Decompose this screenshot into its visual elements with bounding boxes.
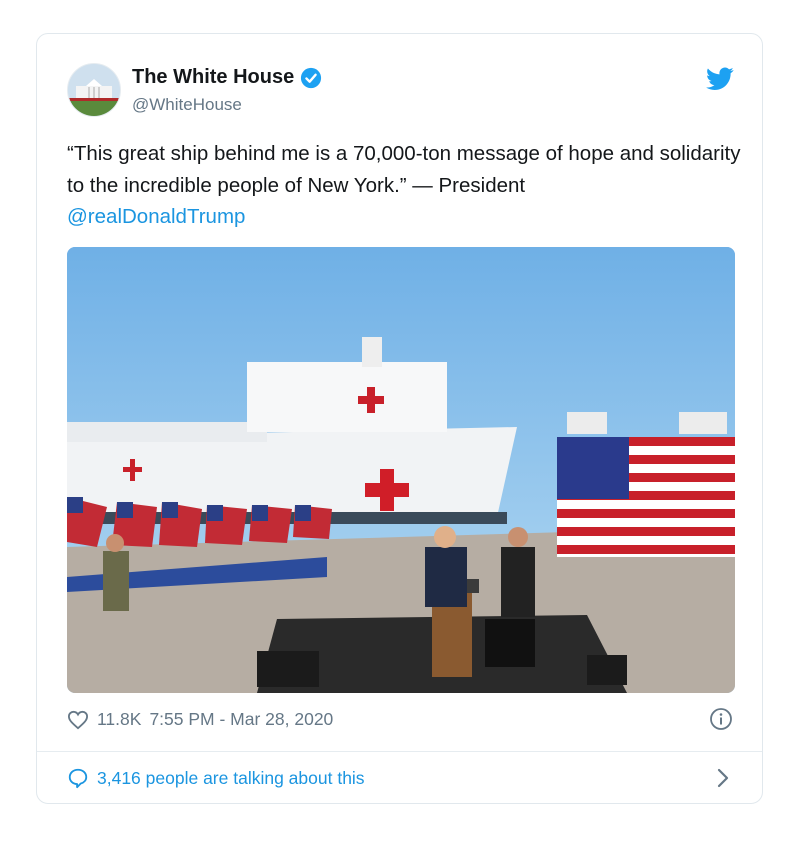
tweet-body: “This great ship behind me is a 70,000-t… <box>67 142 741 197</box>
verified-badge-icon <box>301 67 322 88</box>
tweet-meta: 11.8K 7:55 PM - Mar 28, 2020 <box>67 709 333 730</box>
author-name[interactable]: The White House <box>132 66 294 89</box>
conversation-link[interactable]: 3,416 people are talking about this <box>67 767 365 789</box>
speech-bubble-icon <box>68 768 88 789</box>
divider <box>37 751 762 752</box>
tweet-card: The White House @WhiteHouse “This great … <box>36 33 763 804</box>
ship-event-photo <box>67 247 735 693</box>
timestamp[interactable]: 7:55 PM - Mar 28, 2020 <box>149 709 333 730</box>
mention-link[interactable]: @realDonaldTrump <box>67 201 747 233</box>
white-house-logo-icon <box>68 64 120 116</box>
author-handle[interactable]: @WhiteHouse <box>132 95 242 115</box>
heart-icon[interactable] <box>67 710 89 730</box>
tweet-text: “This great ship behind me is a 70,000-t… <box>67 138 747 233</box>
author-name-row[interactable]: The White House <box>132 66 322 89</box>
twitter-bird-icon[interactable] <box>706 67 734 91</box>
tweet-photo[interactable] <box>67 247 735 693</box>
conversation-text[interactable]: 3,416 people are talking about this <box>97 768 365 789</box>
info-icon[interactable] <box>709 707 733 731</box>
like-count[interactable]: 11.8K <box>97 709 141 730</box>
avatar[interactable] <box>67 63 121 117</box>
chevron-right-icon[interactable] <box>716 767 730 789</box>
